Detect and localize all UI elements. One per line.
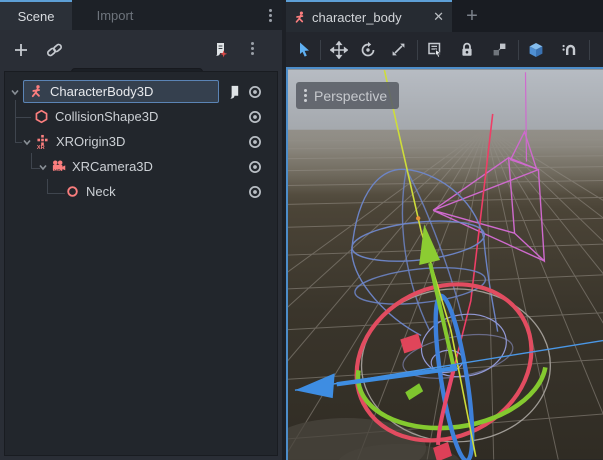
- move-tool-button[interactable]: [327, 38, 351, 62]
- group-node-button[interactable]: [487, 38, 511, 62]
- dock-menu-icon[interactable]: [268, 7, 272, 24]
- rotate-icon: [359, 41, 377, 59]
- node-label: Neck: [86, 184, 116, 199]
- collapse-chevron-icon[interactable]: [37, 161, 49, 173]
- new-tab-button[interactable]: +: [460, 2, 484, 30]
- use-snap-button[interactable]: [557, 38, 581, 62]
- dock-tab-bar: Scene Import: [0, 0, 282, 30]
- tree-row-collisionshape3d[interactable]: CollisionShape3D: [5, 104, 277, 129]
- close-tab-icon[interactable]: ✕: [433, 9, 444, 25]
- visibility-eye-icon[interactable]: [247, 84, 263, 100]
- snap-magnet-icon: [561, 41, 578, 58]
- marker-ring-icon: [65, 184, 80, 199]
- gizmo-center[interactable]: [450, 364, 458, 372]
- visibility-eye-icon[interactable]: [247, 109, 263, 125]
- lock-node-button[interactable]: [455, 38, 479, 62]
- perspective-label: Perspective: [314, 88, 387, 104]
- scene-dock-options-icon[interactable]: [244, 40, 260, 60]
- rotate-tool-button[interactable]: [356, 38, 380, 62]
- collision-shape-3d-icon: [34, 109, 49, 124]
- xr-origin-3d-icon: XR: [35, 134, 50, 149]
- tree-row-xrcamera3d[interactable]: XR XRCamera3D: [5, 154, 277, 179]
- svg-text:XR: XR: [37, 145, 45, 149]
- tab-import-label: Import: [97, 8, 134, 23]
- main-editor-panel: character_body ✕ +: [286, 0, 603, 460]
- scene-tab-bar: character_body ✕ +: [286, 0, 603, 32]
- viewport-toolbar: [286, 32, 603, 67]
- instantiate-scene-button[interactable]: [43, 39, 65, 61]
- selected-node-highlight[interactable]: CharacterBody3D: [23, 80, 219, 103]
- list-select-icon: [426, 41, 444, 59]
- scene-tab-label: character_body: [312, 10, 427, 25]
- use-local-space-button[interactable]: [524, 38, 548, 62]
- script-new-icon: [211, 41, 229, 59]
- node-label: XROrigin3D: [56, 134, 125, 149]
- tab-scene[interactable]: Scene: [0, 0, 72, 30]
- svg-text:XR: XR: [54, 170, 61, 174]
- perspective-menu-icon: [303, 87, 307, 104]
- tree-row-xrorigin3d[interactable]: XR XROrigin3D: [5, 129, 277, 154]
- perspective-menu-button[interactable]: Perspective: [296, 82, 399, 109]
- collapse-chevron-icon[interactable]: [21, 136, 33, 148]
- link-icon: [46, 42, 63, 59]
- group-icon: [491, 41, 508, 58]
- node-label: CharacterBody3D: [50, 84, 153, 99]
- visibility-eye-icon[interactable]: [247, 134, 263, 150]
- viewport-render: [288, 69, 603, 460]
- character-body-3d-icon: [293, 10, 307, 25]
- scene-dock: Scene Import: [0, 0, 282, 460]
- script-icon[interactable]: [226, 84, 241, 100]
- axis-dot: [416, 216, 420, 220]
- viewport-3d[interactable]: Perspective: [286, 67, 603, 460]
- select-arrow-icon: [296, 41, 313, 58]
- add-node-button[interactable]: [10, 39, 32, 61]
- tab-scene-label: Scene: [18, 9, 55, 24]
- select-tool-button[interactable]: [292, 38, 316, 62]
- collapse-chevron-icon[interactable]: [9, 86, 21, 98]
- scale-icon: [390, 41, 407, 58]
- scene-dock-toolbar: [0, 30, 282, 71]
- tree-row-characterbody3d[interactable]: CharacterBody3D: [5, 79, 277, 104]
- scene-tree: CharacterBody3D Coll: [4, 71, 278, 456]
- lock-icon: [459, 41, 475, 58]
- list-select-button[interactable]: [423, 38, 447, 62]
- local-space-cube-icon: [527, 41, 545, 59]
- character-body-3d-icon: [29, 84, 44, 99]
- move-icon: [330, 41, 348, 59]
- attach-script-button[interactable]: [208, 39, 232, 61]
- node-label: CollisionShape3D: [55, 109, 158, 124]
- tab-import[interactable]: Import: [72, 0, 158, 30]
- scene-tab-character-body[interactable]: character_body ✕: [286, 0, 452, 32]
- scale-tool-button[interactable]: [386, 38, 410, 62]
- xr-camera-3d-icon: XR: [51, 159, 66, 174]
- tree-row-neck[interactable]: Neck: [5, 179, 277, 204]
- visibility-eye-icon[interactable]: [247, 159, 263, 175]
- visibility-eye-icon[interactable]: [247, 184, 263, 200]
- plus-icon: [13, 42, 29, 58]
- node-label: XRCamera3D: [72, 159, 153, 174]
